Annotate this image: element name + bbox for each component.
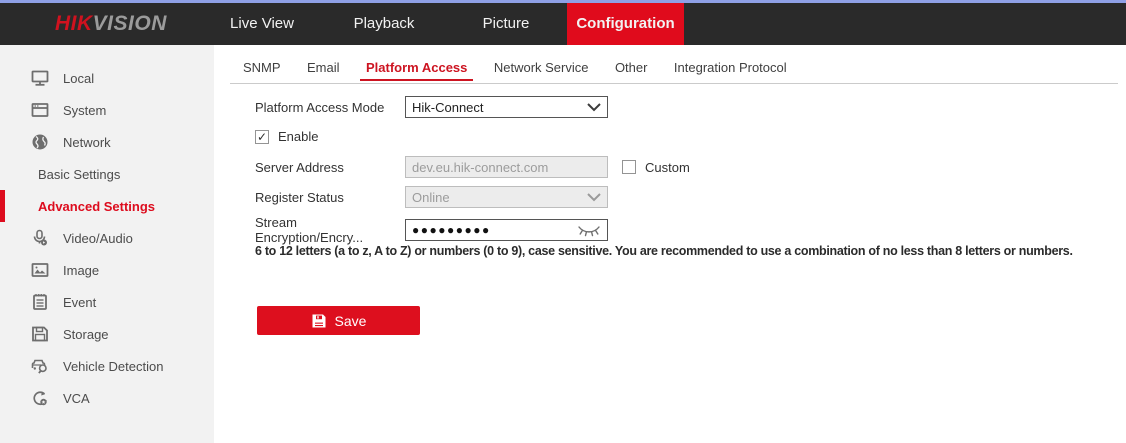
custom-label: Custom [645,160,690,175]
tab-network-service[interactable]: Network Service [494,58,589,81]
sidebar-item-label: Video/Audio [63,231,133,246]
enable-label: Enable [278,129,318,144]
sidebar-item-event[interactable]: Event [0,286,214,318]
main-content: SNMP Email Platform Access Network Servi… [214,45,1126,443]
logo-text-gray: VISION [93,12,167,36]
app-header: HIKVISION Live View Playback Picture Con… [0,3,1126,45]
sidebar-item-label: Image [63,263,99,278]
stream-encryption-input[interactable]: ●●●●●●●●● [405,219,608,241]
platform-access-mode-row: Platform Access Mode Hik-Connect [255,96,608,118]
sidebar-item-basic-settings[interactable]: Basic Settings [0,158,214,190]
enable-checkbox[interactable]: ✓ [255,130,269,144]
monitor-icon [30,68,50,88]
server-address-row: Server Address dev.eu.hik-connect.com Cu… [255,156,690,178]
sidebar-item-advanced-settings[interactable]: Advanced Settings [0,190,214,222]
save-button[interactable]: Save [257,306,420,335]
nav-picture[interactable]: Picture [445,3,567,45]
sidebar-item-label: Basic Settings [38,167,120,182]
sidebar-item-label: Local [63,71,94,86]
tab-platform-access[interactable]: Platform Access [360,58,473,81]
server-address-input: dev.eu.hik-connect.com [405,156,608,178]
sidebar-item-label: Network [63,135,111,150]
sidebar-item-storage[interactable]: Storage [0,318,214,350]
tabs-divider [230,83,1118,84]
sidebar-item-label: Storage [63,327,109,342]
register-status-row: Register Status Online [255,186,608,208]
eye-closed-icon[interactable] [577,224,601,237]
storage-icon [30,324,50,344]
platform-access-mode-label: Platform Access Mode [255,100,405,115]
microphone-icon [30,228,50,248]
register-status-select: Online [405,186,608,208]
sidebar-item-label: Event [63,295,96,310]
select-value: Hik-Connect [412,100,587,115]
logo-text-red: HIK [55,12,93,36]
server-address-label: Server Address [255,160,405,175]
sidebar-item-system[interactable]: System [0,94,214,126]
register-status-label: Register Status [255,190,405,205]
sidebar-item-network[interactable]: Network [0,126,214,158]
input-value: dev.eu.hik-connect.com [412,160,601,175]
chevron-down-icon [587,103,601,112]
select-value: Online [412,190,587,205]
hikvision-logo: HIKVISION [55,3,167,45]
platform-access-mode-select[interactable]: Hik-Connect [405,96,608,118]
chevron-down-icon [587,193,601,202]
sidebar-item-local[interactable]: Local [0,62,214,94]
password-value: ●●●●●●●●● [412,224,577,236]
stream-encryption-row: Stream Encryption/Encry... ●●●●●●●●● [255,215,608,245]
password-hint-text: 6 to 12 letters (a to z, A to Z) or numb… [255,244,1073,258]
image-icon [30,260,50,280]
tab-email[interactable]: Email [307,58,340,81]
settings-tabs: SNMP Email Platform Access Network Servi… [243,58,809,81]
nav-configuration[interactable]: Configuration [567,3,684,45]
sidebar: Local System Network Basic Settings Adva… [0,45,214,443]
sidebar-item-label: System [63,103,106,118]
vehicle-search-icon [30,356,50,376]
stream-encryption-label: Stream Encryption/Encry... [255,215,405,245]
sidebar-item-video-audio[interactable]: Video/Audio [0,222,214,254]
main-nav: Live View Playback Picture Configuration [201,3,684,45]
sidebar-item-label: Vehicle Detection [63,359,163,374]
tab-other[interactable]: Other [615,58,648,81]
nav-playback[interactable]: Playback [323,3,445,45]
tab-snmp[interactable]: SNMP [243,58,281,81]
sidebar-item-vca[interactable]: VCA [0,382,214,414]
event-icon [30,292,50,312]
sidebar-item-label: VCA [63,391,90,406]
custom-checkbox[interactable] [622,160,636,174]
nav-live-view[interactable]: Live View [201,3,323,45]
save-button-label: Save [335,313,367,329]
save-icon [311,313,327,329]
hikvision-configuration-screen: HIKVISION Live View Playback Picture Con… [0,0,1126,443]
window-icon [30,100,50,120]
sidebar-item-image[interactable]: Image [0,254,214,286]
sidebar-item-label: Advanced Settings [38,199,155,214]
enable-row: ✓ Enable [255,129,318,144]
tab-integration-protocol[interactable]: Integration Protocol [674,58,787,81]
vca-icon [30,388,50,408]
globe-icon [30,132,50,152]
sidebar-item-vehicle-detection[interactable]: Vehicle Detection [0,350,214,382]
